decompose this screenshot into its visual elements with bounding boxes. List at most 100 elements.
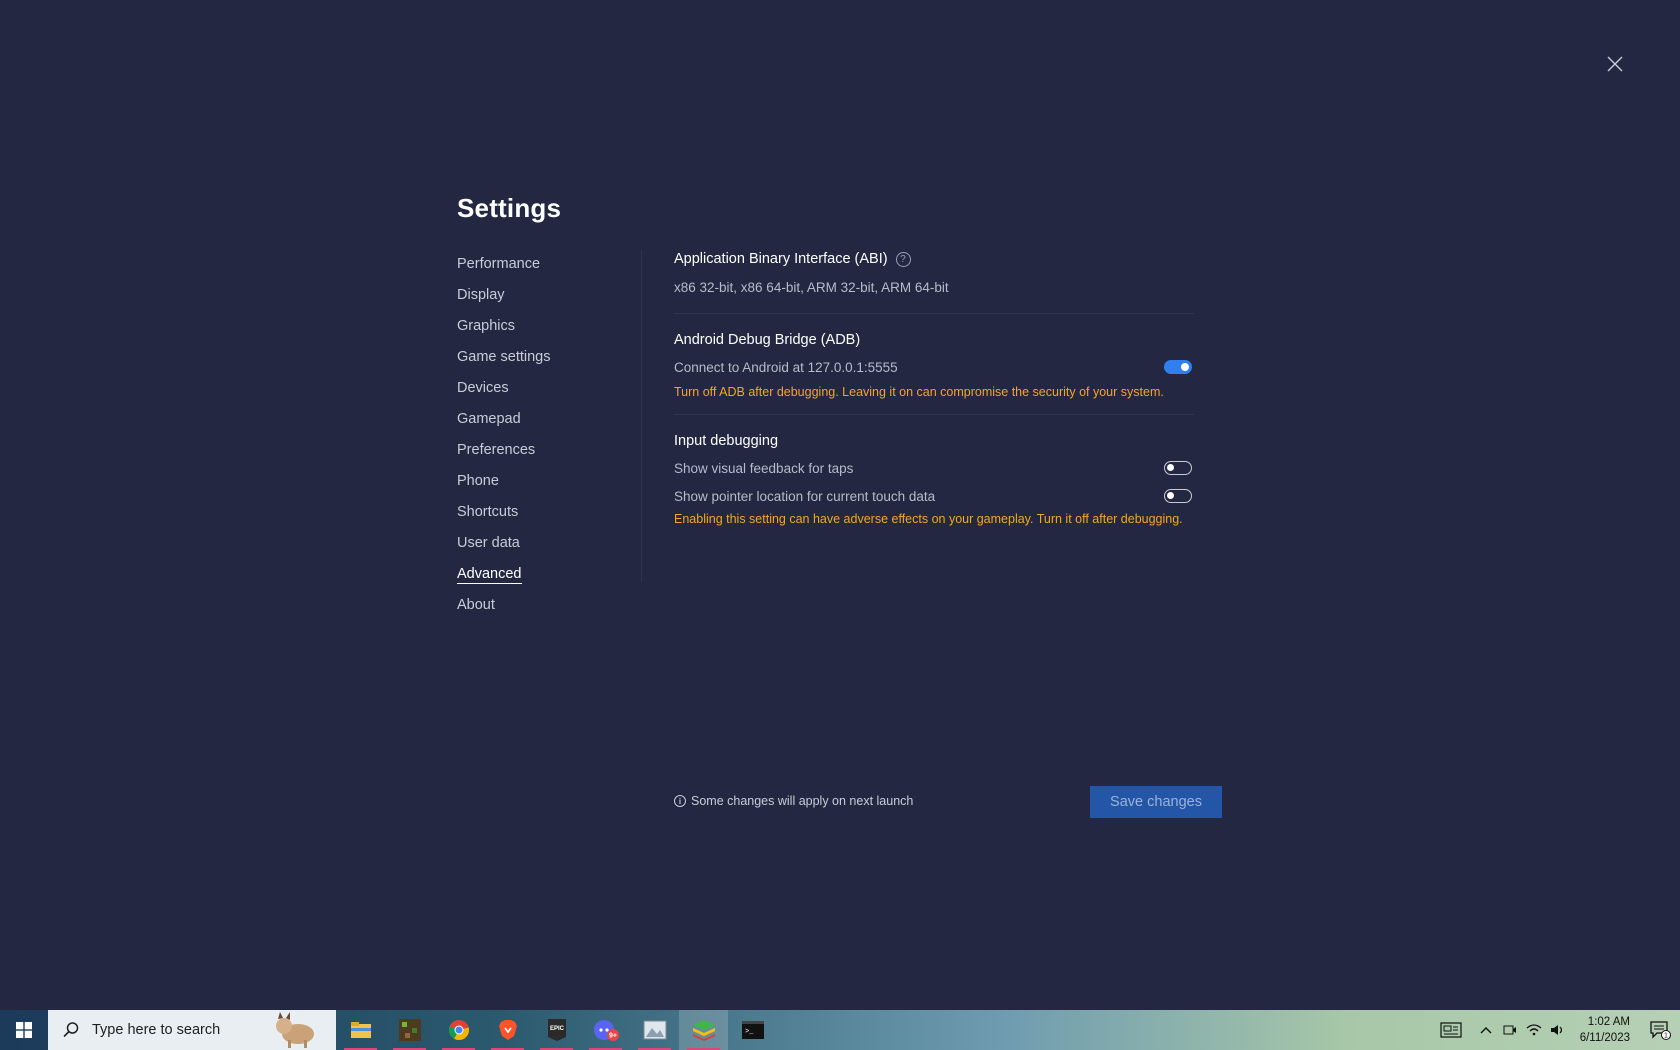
- taskbar-search[interactable]: Type here to search: [48, 1010, 336, 1050]
- pointer-location-label: Show pointer location for current touch …: [674, 488, 936, 504]
- restart-note-text: Some changes will apply on next launch: [691, 794, 914, 808]
- close-button[interactable]: [1604, 53, 1626, 75]
- system-tray: 1:02 AM 6/11/2023 1: [1428, 1010, 1680, 1050]
- pointer-location-row: Show pointer location for current touch …: [674, 486, 1194, 506]
- info-icon: i: [674, 795, 686, 807]
- clock-time: 1:02 AM: [1587, 1016, 1630, 1028]
- taskbar-photos[interactable]: [630, 1010, 679, 1050]
- lynx-illustration-icon: [276, 1012, 314, 1048]
- sidebar-item-label: Advanced: [457, 566, 522, 584]
- sidebar-item-label: Shortcuts: [457, 504, 519, 520]
- question-circle-icon[interactable]: ?: [895, 251, 911, 267]
- sidebar-item-phone[interactable]: Phone: [457, 469, 642, 500]
- windows-taskbar: Type here to search EPIC 9+ >_ 1:02 AM 6…: [0, 1010, 1680, 1050]
- abi-section-title: Application Binary Interface (ABI) ?: [674, 248, 1194, 270]
- input-debugging-warning: Enabling this setting can have adverse e…: [674, 512, 1183, 526]
- section-divider: [674, 414, 1194, 415]
- clock-date: 6/11/2023: [1579, 1032, 1630, 1044]
- sidebar-divider: [641, 250, 642, 582]
- sidebar-item-devices[interactable]: Devices: [457, 376, 642, 407]
- sidebar-item-graphics[interactable]: Graphics: [457, 314, 642, 345]
- adb-title: Android Debug Bridge (ADB): [674, 332, 861, 348]
- brave-icon: [498, 1020, 517, 1040]
- start-button[interactable]: [0, 1010, 48, 1050]
- taskbar-epic-games[interactable]: EPIC: [532, 1010, 581, 1050]
- close-icon: [1607, 56, 1623, 72]
- tray-volume[interactable]: [1546, 1010, 1570, 1050]
- svg-text:EPIC: EPIC: [549, 1026, 564, 1032]
- sidebar-item-performance[interactable]: Performance: [457, 252, 642, 283]
- sidebar-item-display[interactable]: Display: [457, 283, 642, 314]
- pointer-location-toggle[interactable]: [1164, 489, 1192, 503]
- sidebar-item-game-settings[interactable]: Game settings: [457, 345, 642, 376]
- section-divider: [674, 313, 1194, 314]
- sidebar-item-label: Game settings: [457, 349, 551, 365]
- sidebar-item-gamepad[interactable]: Gamepad: [457, 407, 642, 438]
- abi-title: Application Binary Interface (ABI): [674, 251, 888, 267]
- news-widget[interactable]: [1428, 1010, 1474, 1050]
- sidebar-item-user-data[interactable]: User data: [457, 531, 642, 562]
- taskbar-terminal[interactable]: >_: [728, 1010, 777, 1050]
- discord-badge: 9+: [609, 1033, 617, 1040]
- taskbar-clock[interactable]: 1:02 AM 6/11/2023: [1570, 1014, 1640, 1046]
- page-title: Settings: [457, 193, 562, 223]
- search-icon: [63, 1022, 79, 1038]
- sidebar-item-label: Devices: [457, 380, 509, 396]
- windows-logo-icon: [16, 1022, 32, 1038]
- svg-text:>_: >_: [745, 1028, 754, 1036]
- video-icon: [1503, 1025, 1516, 1035]
- sidebar-item-label: Phone: [457, 473, 499, 489]
- taps-feedback-toggle[interactable]: [1164, 461, 1192, 475]
- adb-section-title: Android Debug Bridge (ADB): [674, 329, 1194, 351]
- search-placeholder: Type here to search: [92, 1022, 221, 1038]
- adb-connect-row: Connect to Android at 127.0.0.1:5555: [674, 357, 1194, 377]
- taskbar-file-explorer[interactable]: [336, 1010, 385, 1050]
- notification-icon: 1: [1650, 1021, 1671, 1040]
- chrome-icon: [448, 1020, 469, 1041]
- advanced-settings-panel: Application Binary Interface (ABI) ? x86…: [674, 248, 1194, 530]
- adb-warning: Turn off ADB after debugging. Leaving it…: [674, 385, 1164, 399]
- sidebar-item-label: Graphics: [457, 318, 516, 334]
- adb-connect-label: Connect to Android at 127.0.0.1:5555: [674, 359, 898, 375]
- taskbar-discord[interactable]: 9+: [581, 1010, 630, 1050]
- minecraft-icon: [398, 1019, 421, 1041]
- epic-games-icon: EPIC: [547, 1019, 566, 1041]
- sidebar-item-label: About: [457, 597, 495, 613]
- news-icon: [1440, 1022, 1462, 1038]
- taskbar-brave[interactable]: [483, 1010, 532, 1050]
- sidebar-item-label: Gamepad: [457, 411, 521, 427]
- settings-sidebar: Performance Display Graphics Game settin…: [457, 252, 642, 624]
- sidebar-item-preferences[interactable]: Preferences: [457, 438, 642, 469]
- bluestacks-icon: [692, 1020, 715, 1041]
- abi-value: x86 32-bit, x86 64-bit, ARM 32-bit, ARM …: [674, 280, 949, 295]
- sidebar-item-shortcuts[interactable]: Shortcuts: [457, 500, 642, 531]
- save-changes-button[interactable]: Save changes: [1090, 786, 1222, 818]
- taps-feedback-label: Show visual feedback for taps: [674, 460, 854, 476]
- terminal-icon: >_: [741, 1021, 764, 1039]
- input-debugging-title: Input debugging: [674, 433, 779, 449]
- input-debugging-section-title: Input debugging: [674, 430, 1194, 452]
- taskbar-minecraft[interactable]: [385, 1010, 434, 1050]
- sidebar-item-label: Preferences: [457, 442, 536, 458]
- sidebar-item-label: Performance: [457, 256, 541, 272]
- taskbar-bluestacks[interactable]: [679, 1010, 728, 1050]
- tray-meet-now[interactable]: [1498, 1010, 1522, 1050]
- speaker-icon: [1550, 1025, 1562, 1035]
- chevron-up-icon: [1480, 1027, 1492, 1034]
- tray-network[interactable]: [1522, 1010, 1546, 1050]
- sidebar-item-label: User data: [457, 535, 520, 551]
- folder-icon: [350, 1022, 371, 1038]
- sidebar-item-advanced[interactable]: Advanced: [457, 562, 642, 593]
- discord-icon: 9+: [593, 1020, 619, 1041]
- restart-note: i Some changes will apply on next launch: [674, 794, 913, 808]
- show-hidden-icons[interactable]: [1474, 1010, 1498, 1050]
- sidebar-item-about[interactable]: About: [457, 593, 642, 624]
- wifi-icon: [1526, 1024, 1542, 1036]
- action-center-button[interactable]: 1: [1640, 1010, 1680, 1050]
- sidebar-item-label: Display: [457, 287, 505, 303]
- notification-count: 1: [1664, 1033, 1668, 1040]
- taps-feedback-row: Show visual feedback for taps: [674, 458, 1194, 478]
- adb-toggle[interactable]: [1164, 360, 1192, 374]
- taskbar-chrome[interactable]: [434, 1010, 483, 1050]
- photos-icon: [643, 1020, 666, 1040]
